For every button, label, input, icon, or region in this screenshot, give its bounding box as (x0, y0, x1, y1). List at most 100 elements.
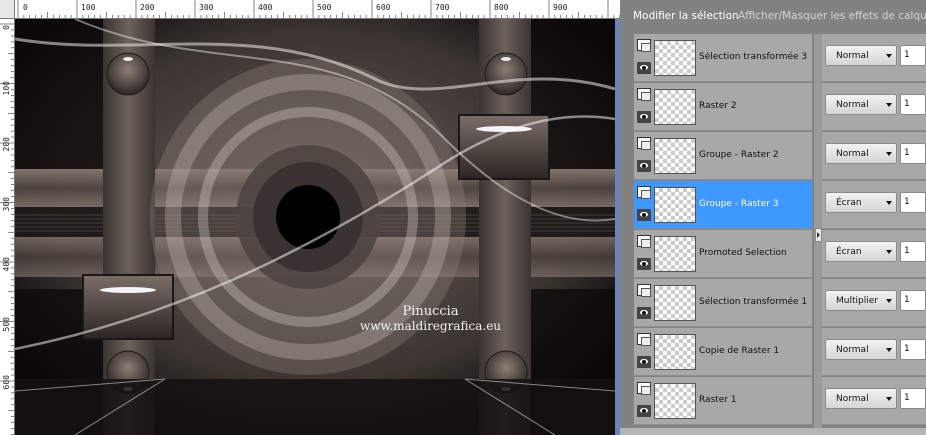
layer-name: Raster 1 (699, 395, 737, 405)
layer-properties: Normal 1 (822, 132, 926, 180)
expand-arrow-icon[interactable] (815, 228, 822, 242)
ruler-label: 200 (2, 137, 11, 152)
blend-mode-value: Normal (836, 51, 869, 61)
layer-thumbnail (654, 236, 696, 272)
opacity-field[interactable]: 1 (900, 388, 926, 409)
ruler-label: 800 (494, 3, 509, 12)
blend-mode-select[interactable]: Normal (825, 143, 897, 164)
ruler-label: 100 (81, 3, 96, 12)
layer-row[interactable]: Sélection transformée 3 (634, 34, 812, 82)
ruler-label: 200 (140, 3, 155, 12)
layer-properties: Normal 1 (822, 34, 926, 82)
opacity-value: 1 (904, 393, 910, 403)
blend-mode-select[interactable]: Normal (825, 339, 897, 360)
chevron-down-icon (886, 397, 892, 401)
ruler-label: 400 (2, 257, 11, 272)
visibility-eye-icon[interactable] (637, 405, 651, 417)
ruler-label: 300 (2, 197, 11, 212)
blend-mode-value: Normal (836, 394, 869, 404)
opacity-value: 1 (904, 99, 910, 109)
layer-type-icon[interactable] (637, 88, 651, 101)
blend-mode-select[interactable]: Normal (825, 388, 897, 409)
layer-thumbnail (654, 40, 696, 76)
layer-properties: Normal 1 (822, 377, 926, 425)
layers-menu-bar: Modifier la sélection Afficher/Masquer l… (620, 0, 926, 32)
layer-type-icon[interactable] (637, 284, 651, 297)
blend-mode-select[interactable]: Écran (825, 192, 897, 213)
layer-row[interactable]: Raster 2 (634, 83, 812, 131)
ruler-label: 0 (23, 3, 28, 12)
visibility-eye-icon[interactable] (637, 160, 651, 172)
opacity-field[interactable]: 1 (900, 94, 926, 115)
layer-row[interactable]: Copie de Raster 1 (634, 328, 812, 376)
layer-type-icon[interactable] (637, 39, 651, 52)
opacity-value: 1 (904, 148, 910, 158)
layer-name: Groupe - Raster 2 (699, 150, 779, 160)
watermark-line-2: www.maldiregrafica.eu (360, 319, 502, 333)
ruler-corner (0, 0, 15, 19)
layer-name: Groupe - Raster 3 (699, 199, 779, 209)
ruler-label: 100 (2, 81, 11, 96)
opacity-value: 1 (904, 295, 910, 305)
opacity-value: 1 (904, 246, 910, 256)
layer-type-icon[interactable] (637, 137, 651, 150)
layer-type-icon[interactable] (637, 235, 651, 248)
visibility-eye-icon[interactable] (637, 209, 651, 221)
vertical-ruler: 0 100 200 300 400 500 600 (0, 19, 15, 435)
visibility-eye-icon[interactable] (637, 356, 651, 368)
layer-name: Sélection transformée 1 (699, 297, 808, 307)
watermark-line-1: Pinuccia (402, 304, 459, 319)
ruler-label: 600 (376, 3, 391, 12)
ruler-label: 700 (435, 3, 450, 12)
ruler-label: 300 (199, 3, 214, 12)
artwork (15, 19, 615, 435)
layer-row[interactable]: Sélection transformée 1 (634, 279, 812, 327)
layer-properties: Écran 1 (822, 230, 926, 278)
opacity-field[interactable]: 1 (900, 241, 926, 262)
layer-type-icon[interactable] (637, 382, 651, 395)
watermark: Pinuccia www.maldiregrafica.eu (360, 304, 501, 333)
opacity-field[interactable]: 1 (900, 192, 926, 213)
chevron-down-icon (886, 201, 892, 205)
layer-thumbnail (654, 334, 696, 370)
visibility-eye-icon[interactable] (637, 111, 651, 123)
chevron-down-icon (886, 103, 892, 107)
layer-row[interactable]: Promoted Selection (634, 230, 812, 278)
opacity-field[interactable]: 1 (900, 143, 926, 164)
visibility-eye-icon[interactable] (637, 307, 651, 319)
layer-name: Sélection transformée 3 (699, 52, 808, 62)
ruler-label: 500 (317, 3, 332, 12)
visibility-eye-icon[interactable] (637, 62, 651, 74)
layer-row[interactable]: Groupe - Raster 3 (634, 181, 812, 229)
ruler-label: 600 (2, 375, 11, 390)
opacity-field[interactable]: 1 (900, 339, 926, 360)
blend-mode-value: Écran (836, 198, 862, 208)
modify-selection-menu[interactable]: Modifier la sélection (633, 10, 739, 22)
blend-mode-select[interactable]: Multiplier (825, 290, 897, 311)
layer-properties: Écran 1 (822, 181, 926, 229)
chevron-down-icon (886, 250, 892, 254)
opacity-field[interactable]: 1 (900, 45, 926, 66)
opacity-field[interactable]: 1 (900, 290, 926, 311)
blend-mode-value: Normal (836, 100, 869, 110)
blend-mode-select[interactable]: Normal (825, 45, 897, 66)
blend-mode-value: Écran (836, 247, 862, 257)
layers-bottom-scrollbar[interactable] (620, 428, 926, 435)
chevron-down-icon (886, 348, 892, 352)
show-hide-effects-menu[interactable]: Afficher/Masquer les effets de calque (738, 10, 926, 22)
visibility-eye-icon[interactable] (637, 258, 651, 270)
layer-name: Promoted Selection (699, 248, 787, 258)
blend-mode-select[interactable]: Écran (825, 241, 897, 262)
blend-mode-select[interactable]: Normal (825, 94, 897, 115)
image-canvas[interactable]: Pinuccia www.maldiregrafica.eu (15, 19, 615, 435)
ruler-label: 900 (553, 3, 568, 12)
layers-panel: Modifier la sélection Afficher/Masquer l… (620, 0, 926, 435)
layer-thumbnail (654, 383, 696, 419)
layer-row[interactable]: Raster 1 (634, 377, 812, 425)
opacity-value: 1 (904, 50, 910, 60)
layer-thumbnail (654, 138, 696, 174)
layer-type-icon[interactable] (637, 333, 651, 346)
layer-type-icon[interactable] (637, 186, 651, 199)
layer-row[interactable]: Groupe - Raster 2 (634, 132, 812, 180)
layer-properties: Normal 1 (822, 83, 926, 131)
